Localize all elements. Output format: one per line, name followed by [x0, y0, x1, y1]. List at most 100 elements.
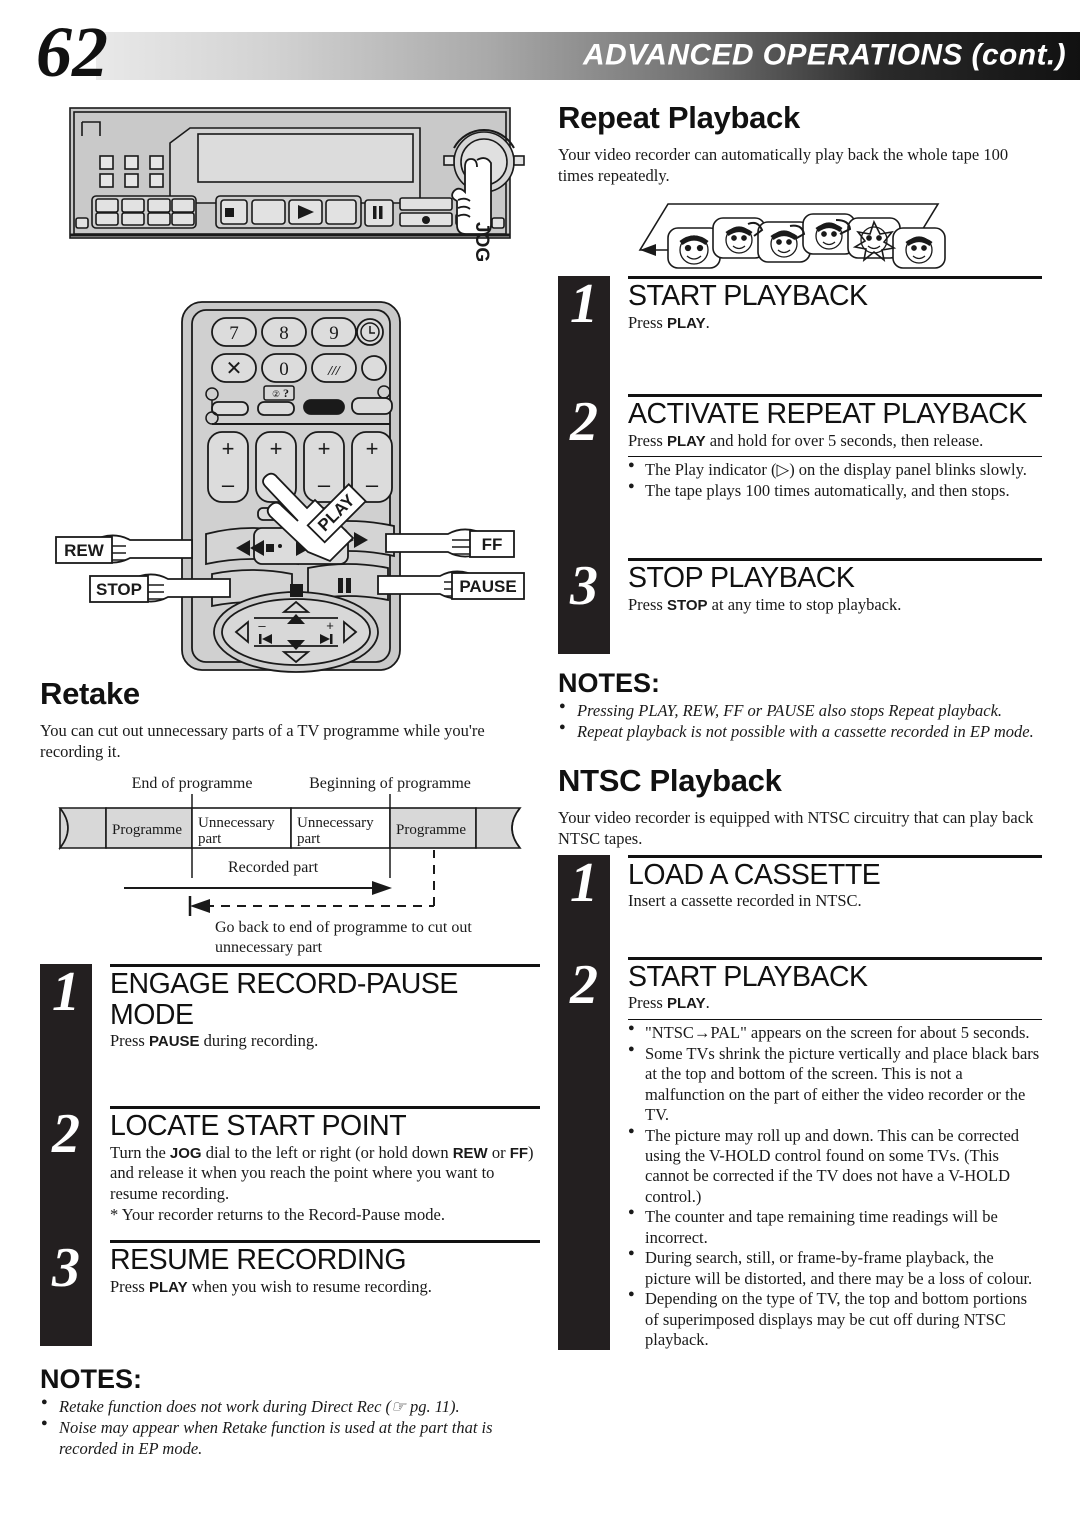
body-bold: PAUSE — [148, 1033, 200, 1051]
repeat-playback-title: Repeat Playback — [558, 100, 800, 135]
repeat-step-2-number: 2 — [570, 391, 598, 454]
retake-step-1-body: Press PAUSE during recording. — [110, 1031, 540, 1052]
svg-text:FF: FF — [482, 535, 503, 554]
sub-rule — [628, 456, 1042, 458]
retake-title: Retake — [40, 676, 140, 711]
ntsc-playback-title: NTSC Playback — [558, 762, 782, 798]
note-item: Noise may appear when Retake function is… — [40, 1417, 540, 1460]
step-rule — [628, 957, 1042, 960]
svg-text:+: + — [270, 436, 283, 461]
repeat-step-2-bullets: The Play indicator (▷) on the display pa… — [628, 459, 1042, 501]
body-seg: dial to the left or right (or hold down — [201, 1142, 453, 1162]
bullet-item: The counter and tape remaining time read… — [628, 1206, 1042, 1248]
repeat-playback-notes: NOTES: Pressing PLAY, REW, FF or PAUSE a… — [558, 668, 1042, 743]
retake-steps: 1 ENGAGE RECORD-PAUSE MODE Press PAUSE d… — [40, 964, 540, 1347]
retake-step-2: 2 LOCATE START POINT Turn the JOG dial t… — [40, 1106, 540, 1240]
body-pre: Press — [628, 993, 667, 1013]
retake-step-3-body: Press PLAY when you wish to resume recor… — [110, 1277, 540, 1298]
stop-callout: STOP — [89, 573, 231, 603]
retake-step-2-body: Turn the JOG dial to the left or right (… — [110, 1143, 540, 1205]
svg-text:+: + — [318, 436, 331, 461]
retake-step-1-head: ENGAGE RECORD-PAUSE MODE — [110, 968, 458, 1031]
diagram-label-begin: Beginning of programme — [309, 775, 471, 792]
ntsc-step-1-number: 1 — [570, 852, 598, 914]
left-column: JOG 7 8 9 ✕ 0 /// ? ② + + + + – – – – + … — [40, 100, 540, 1460]
tape-cell-2a: Unnecessary — [297, 815, 374, 831]
header-title: ADVANCED OPERATIONS (cont.) — [582, 38, 1066, 72]
svg-text:+: + — [326, 618, 334, 633]
tape-cell-3: Programme — [396, 822, 466, 838]
bullet-item: During search, still, or frame-by-frame … — [628, 1247, 1042, 1289]
repeat-step-2-body: Press PLAY and hold for over 5 seconds, … — [628, 431, 1042, 452]
header-gradient-bar: ADVANCED OPERATIONS (cont.) — [96, 32, 1080, 80]
bullet-item: Depending on the type of TV, the top and… — [628, 1288, 1042, 1350]
remote-key-7: 7 — [229, 323, 239, 344]
bullet-item: The Play indicator (▷) on the display pa… — [628, 459, 1042, 480]
step-rule — [628, 558, 1042, 562]
right-column: Repeat Playback Your video recorder can … — [558, 100, 1042, 1351]
retake-step-3: 3 RESUME RECORDING Press PLAY when you w… — [40, 1240, 540, 1346]
svg-text:–: – — [366, 472, 379, 497]
retake-intro: You can cut out unnecessary parts of a T… — [40, 721, 485, 762]
step-rule — [110, 1106, 540, 1110]
note-item: Retake function does not work during Dir… — [40, 1396, 540, 1418]
repeat-step-3: 3 STOP PLAYBACK Press STOP at any time t… — [558, 558, 1042, 654]
svg-text:+: + — [222, 436, 235, 461]
body-pre: Press — [628, 594, 667, 614]
svg-text:part: part — [198, 831, 222, 847]
remote-key-0: 0 — [279, 359, 289, 380]
repeat-notes-title: NOTES: — [558, 668, 661, 699]
svg-text:②: ② — [272, 389, 280, 399]
tape-cell-0: Programme — [112, 822, 182, 838]
goback-label-line1: Go back to end of programme to cut out — [215, 919, 472, 936]
vcr-front-panel-figure: JOG — [40, 100, 540, 300]
page-number: 62 — [36, 12, 108, 92]
rew-callout: REW — [55, 534, 193, 564]
ntsc-playback-steps: 1 LOAD A CASSETTE Insert a cassette reco… — [558, 855, 1042, 1351]
body-pre: Press — [110, 1031, 149, 1051]
bullet-item: The picture may roll up and down. This c… — [628, 1125, 1042, 1208]
note-item: Pressing PLAY, REW, FF or PAUSE also sto… — [558, 700, 1042, 722]
bullet-item: "NTSC→PAL" appears on the screen for abo… — [628, 1022, 1042, 1043]
repeat-step-1-body: Press PLAY. — [628, 313, 1042, 334]
body-pre: Press — [628, 430, 667, 450]
body-post: at any time to stop playback. — [707, 594, 902, 614]
body-pre: Press — [110, 1276, 149, 1296]
repeat-step-2: 2 ACTIVATE REPEAT PLAYBACK Press PLAY an… — [558, 394, 1042, 558]
svg-text:PAUSE: PAUSE — [459, 577, 516, 596]
repeat-playback-intro: Your video recorder can automatically pl… — [558, 145, 1009, 186]
body-pre: Press — [628, 312, 667, 332]
body-seg: Turn the — [110, 1142, 170, 1162]
body-post: and hold for over 5 seconds, then releas… — [705, 430, 984, 450]
remote-key-8: 8 — [279, 323, 289, 344]
svg-text:–: – — [222, 472, 235, 497]
pause-callout: PAUSE — [377, 570, 525, 600]
repeat-step-3-number: 3 — [570, 555, 598, 618]
repeat-notes-list: Pressing PLAY, REW, FF or PAUSE also sto… — [558, 700, 1042, 743]
repeat-loop-figure — [558, 192, 1042, 276]
body-bold: PLAY — [666, 995, 706, 1013]
svg-text:part: part — [297, 831, 321, 847]
body-seg-bold: JOG — [169, 1144, 202, 1162]
ntsc-step-1-body: Insert a cassette recorded in NTSC. — [628, 891, 862, 911]
retake-step-1-number: 1 — [52, 961, 80, 1024]
body-bold: PLAY — [666, 432, 706, 450]
ntsc-step-1: 1 LOAD A CASSETTE Insert a cassette reco… — [558, 855, 1042, 957]
repeat-step-2-head: ACTIVATE REPEAT PLAYBACK — [628, 398, 1027, 431]
note-item: Repeat playback is not possible with a c… — [558, 721, 1042, 743]
repeat-step-3-body: Press STOP at any time to stop playback. — [628, 595, 1042, 616]
svg-text:+: + — [366, 436, 379, 461]
retake-step-3-head: RESUME RECORDING — [110, 1244, 407, 1277]
svg-text:///: /// — [327, 364, 341, 379]
body-seg: or — [487, 1142, 510, 1162]
body-bold: STOP — [666, 596, 708, 614]
remote-control-figure: 7 8 9 ✕ 0 /// ? ② + + + + – – – – + PLAY… — [40, 296, 540, 676]
retake-step-2-number: 2 — [52, 1103, 80, 1166]
body-post: when you wish to resume recording. — [187, 1276, 432, 1296]
body-seg-bold: FF — [509, 1144, 529, 1162]
repeat-playback-steps: 1 START PLAYBACK Press PLAY. 2 ACTIVATE … — [558, 276, 1042, 655]
step-rule — [110, 1240, 540, 1244]
step-rule — [628, 394, 1042, 398]
retake-step-1: 1 ENGAGE RECORD-PAUSE MODE Press PAUSE d… — [40, 964, 540, 1106]
retake-step-2-head: LOCATE START POINT — [110, 1110, 407, 1143]
